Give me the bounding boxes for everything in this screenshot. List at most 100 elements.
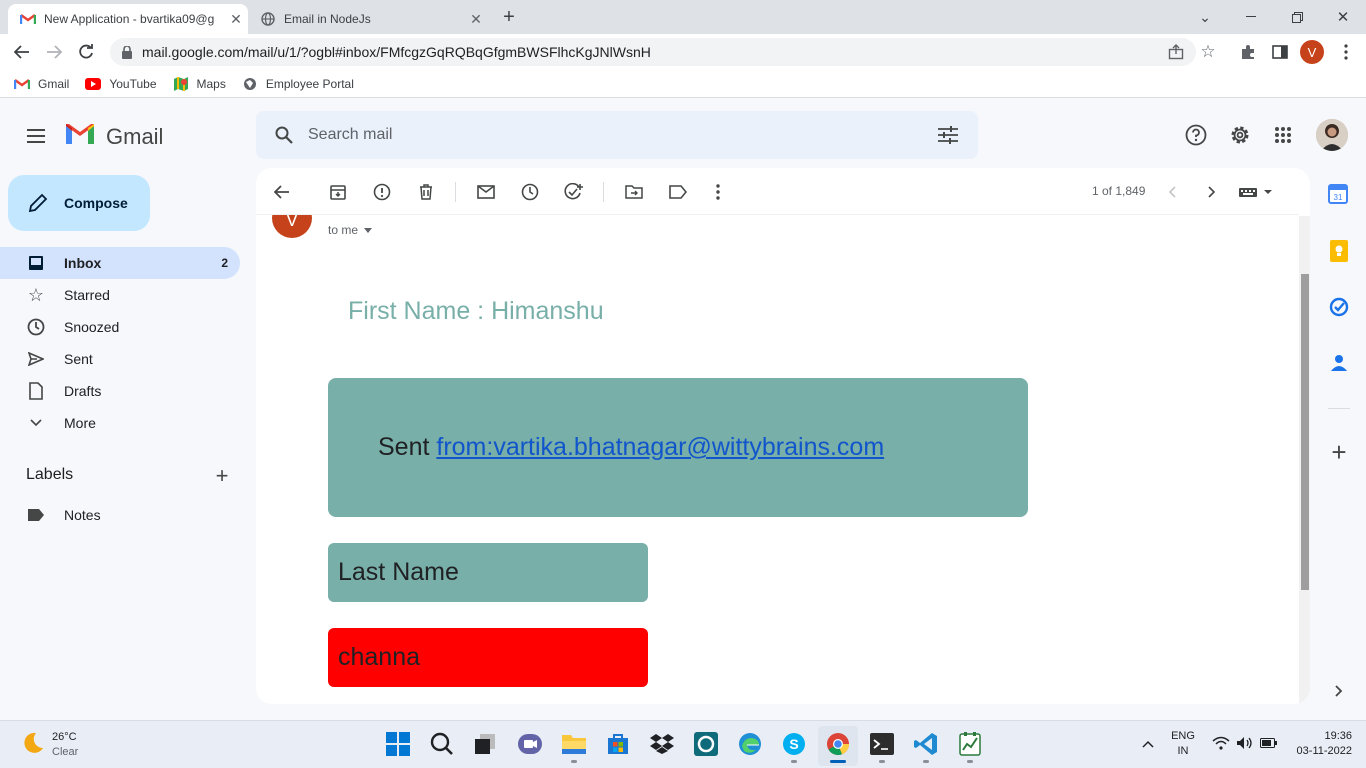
address-bar[interactable]: mail.google.com/mail/u/1/?ogbl#inbox/FMf… xyxy=(110,38,1196,66)
archive-icon[interactable] xyxy=(328,182,348,202)
windows-start-icon[interactable] xyxy=(386,732,410,756)
toolbar-divider xyxy=(455,182,456,202)
back-icon[interactable] xyxy=(12,42,32,62)
sidebar-item-more[interactable]: More xyxy=(0,407,240,439)
sender-email-link[interactable]: from:vartika.bhatnagar@wittybrains.com xyxy=(436,433,884,462)
extensions-icon[interactable] xyxy=(1238,42,1258,62)
forward-icon[interactable] xyxy=(44,42,64,62)
settings-gear-icon[interactable] xyxy=(1228,123,1252,147)
compose-button[interactable]: Compose xyxy=(8,175,150,231)
terminal-icon[interactable] xyxy=(870,733,894,755)
report-spam-icon[interactable] xyxy=(372,182,392,202)
sidebar-item-starred[interactable]: ☆ Starred xyxy=(0,279,240,311)
dropbox-icon[interactable] xyxy=(650,734,674,754)
newer-chevron-icon[interactable] xyxy=(1162,182,1182,202)
lock-icon xyxy=(120,44,134,60)
sidebar-item-notes[interactable]: Notes xyxy=(0,499,240,531)
move-to-icon[interactable] xyxy=(624,182,644,202)
reload-icon[interactable] xyxy=(76,42,96,62)
bookmark-label: YouTube xyxy=(109,76,157,91)
close-tab-icon[interactable]: ✕ xyxy=(224,11,248,28)
add-to-tasks-icon[interactable] xyxy=(564,182,584,202)
main-menu-icon[interactable] xyxy=(24,124,48,148)
skype-icon[interactable]: S xyxy=(782,732,806,756)
label-as-icon[interactable] xyxy=(668,182,688,202)
back-to-inbox-icon[interactable] xyxy=(272,182,292,202)
weather-moon-icon[interactable] xyxy=(20,730,46,756)
bookmark-gmail[interactable]: Gmail xyxy=(14,76,69,92)
mark-unread-icon[interactable] xyxy=(476,182,496,202)
share-icon[interactable] xyxy=(1166,42,1186,62)
get-addons-plus-icon[interactable]: + xyxy=(1328,437,1350,467)
app-circle-icon[interactable] xyxy=(694,732,718,756)
sidebar-item-label: Snoozed xyxy=(64,319,120,335)
microsoft-store-icon[interactable] xyxy=(606,732,630,756)
recipient-dropdown-icon[interactable] xyxy=(364,227,373,233)
chrome-active-indicator xyxy=(830,760,846,763)
input-tools-keyboard-icon[interactable] xyxy=(1238,182,1274,202)
account-avatar[interactable] xyxy=(1316,119,1348,151)
wifi-icon[interactable] xyxy=(1212,736,1230,752)
search-input[interactable]: Search mail xyxy=(308,126,936,144)
clock[interactable]: 19:36 03-11-2022 xyxy=(1286,730,1352,757)
task-view-icon[interactable] xyxy=(474,733,496,755)
volume-icon[interactable] xyxy=(1236,736,1254,752)
sidebar-item-sent[interactable]: Sent xyxy=(0,343,240,375)
language-indicator[interactable]: ENG IN xyxy=(1168,730,1198,757)
delete-icon[interactable] xyxy=(416,182,436,202)
search-bar[interactable]: Search mail xyxy=(256,111,978,159)
bookmark-label: Gmail xyxy=(38,76,70,91)
scrollbar-thumb[interactable] xyxy=(1301,274,1309,590)
new-tab-icon[interactable]: + xyxy=(498,6,520,28)
calendar-icon[interactable]: 31 xyxy=(1328,184,1348,204)
close-tab-icon[interactable]: ✕ xyxy=(464,11,488,28)
bookmark-maps[interactable]: Maps xyxy=(173,76,226,92)
add-label-icon[interactable]: + xyxy=(212,463,232,488)
show-hidden-icons-chevron-icon[interactable] xyxy=(1140,736,1156,752)
sidebar-item-snoozed[interactable]: Snoozed xyxy=(0,311,240,343)
file-explorer-icon[interactable] xyxy=(562,733,586,755)
chrome-icon[interactable] xyxy=(826,732,850,756)
clock-time: 19:36 xyxy=(1324,730,1352,742)
tab-new-application[interactable]: New Application - bvartika09@g ✕ xyxy=(8,4,248,34)
more-options-icon[interactable] xyxy=(708,182,728,202)
globe-icon xyxy=(242,76,258,92)
sidebar-item-label: Sent xyxy=(64,351,93,367)
sidebar-item-label: Starred xyxy=(64,287,110,303)
taskbar-search-icon[interactable] xyxy=(430,732,454,756)
vscode-icon[interactable] xyxy=(914,732,938,756)
tasks-icon[interactable] xyxy=(1329,297,1349,317)
sidebar-item-inbox[interactable]: Inbox 2 xyxy=(0,247,240,279)
restore-icon[interactable] xyxy=(1286,6,1308,28)
older-chevron-icon[interactable] xyxy=(1202,182,1222,202)
edge-icon[interactable] xyxy=(738,732,762,756)
sidebar-item-drafts[interactable]: Drafts xyxy=(0,375,240,407)
help-icon[interactable] xyxy=(1184,123,1208,147)
sidebar-item-label: Inbox xyxy=(64,255,102,271)
gmail-favicon-icon xyxy=(20,11,36,27)
notepad-chart-icon[interactable] xyxy=(958,732,982,756)
bookmark-employee-portal[interactable]: Employee Portal xyxy=(242,76,354,92)
teams-chat-icon[interactable] xyxy=(518,732,542,756)
first-name-line: First Name : Himanshu xyxy=(348,297,604,325)
gmail-logo-icon xyxy=(64,122,96,148)
search-icon[interactable] xyxy=(272,123,296,147)
search-options-icon[interactable] xyxy=(936,123,960,147)
keep-icon[interactable] xyxy=(1330,240,1348,262)
snooze-clock-icon[interactable] xyxy=(520,182,540,202)
tab-search-chevron-icon[interactable]: ⌄ xyxy=(1194,6,1216,28)
running-indicator xyxy=(967,760,973,763)
close-window-icon[interactable]: ✕ xyxy=(1332,6,1354,28)
apps-grid-icon[interactable] xyxy=(1274,126,1292,144)
minimize-icon[interactable] xyxy=(1240,6,1262,28)
tab-email-in-nodejs[interactable]: Email in NodeJs ✕ xyxy=(248,4,488,34)
browser-menu-icon[interactable] xyxy=(1338,42,1354,62)
battery-icon[interactable] xyxy=(1260,738,1278,750)
bookmark-star-icon[interactable]: ☆ xyxy=(1198,42,1218,62)
bookmark-youtube[interactable]: YouTube xyxy=(85,76,157,92)
side-panel-icon[interactable] xyxy=(1270,42,1290,62)
contacts-icon[interactable] xyxy=(1330,353,1348,373)
show-side-panel-chevron-icon[interactable] xyxy=(1330,682,1348,700)
recipient-details[interactable]: to me xyxy=(328,223,373,237)
profile-avatar[interactable]: V xyxy=(1300,40,1324,64)
